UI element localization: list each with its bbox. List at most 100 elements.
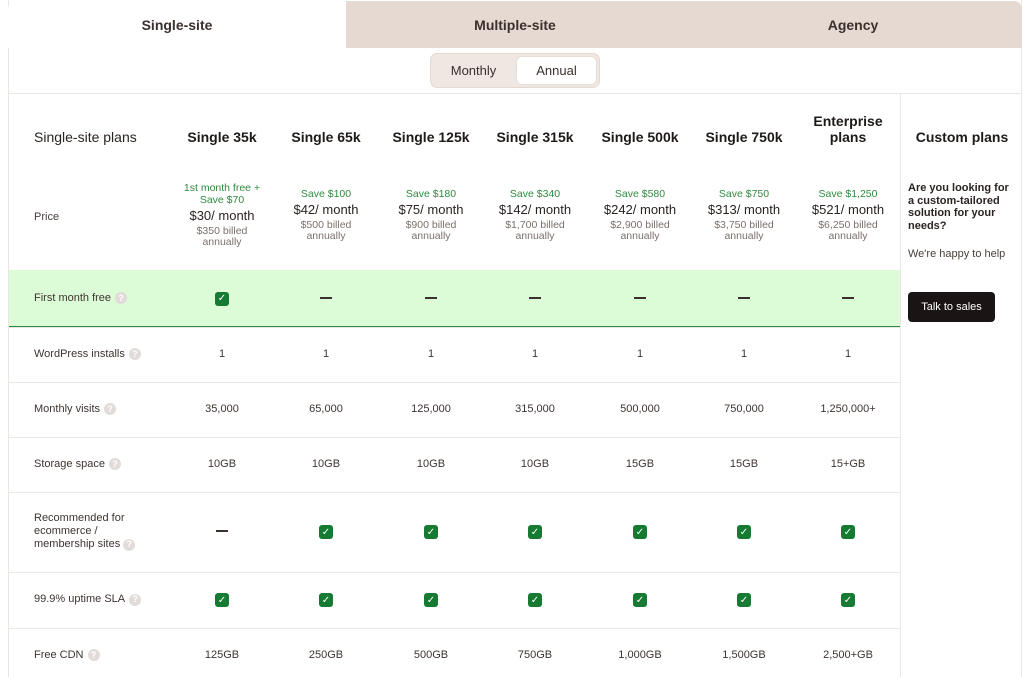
help-icon[interactable]: ? [128,348,141,360]
dash-cell [692,292,796,304]
value-cell: 10GB [207,457,237,470]
plan-price: $521/ month [811,202,885,217]
price-label: Price [34,211,60,223]
billed-annually: $2,900 billed annually [610,219,670,242]
value-cell: 125GB [204,648,240,661]
check-icon: ✓ [319,593,333,607]
value-cell: 1,250,000+ [820,402,876,415]
dash-icon [320,296,332,299]
row-label-text: 99.9% uptime SLA [34,593,126,605]
plan-type-tabs: Single-site Multiple-site Agency [8,1,1022,48]
dash-icon [738,296,750,299]
help-icon[interactable]: ? [108,458,121,470]
divider [9,572,900,573]
row-label: Monthly visits ? [34,403,117,416]
talk-to-sales-button[interactable]: Talk to sales [908,292,995,322]
plan-price-block: Save $100 $42/ month $500 billed annuall… [274,188,378,242]
dash-icon [634,296,646,299]
help-icon[interactable]: ? [104,403,117,415]
billed-annually: $500 billed annually [300,219,352,242]
check-cell: ✓ [796,525,900,539]
divider [9,93,1022,94]
custom-plans-question: Are you looking for a custom-tailored so… [908,182,1009,232]
check-icon: ✓ [737,525,751,539]
check-cell: ✓ [170,291,274,306]
promo-text: Save $340 [509,188,561,200]
dash-icon [425,296,437,299]
billed-annually: $350 billed annually [196,225,248,248]
value-cell: 250GB [308,648,344,661]
row-label: WordPress installs ? [34,348,141,361]
dash-cell [483,292,587,304]
plan-price: $142/ month [498,202,572,217]
plan-price: $30/ month [189,208,255,223]
plan-name: Single 500k [601,129,679,145]
annual-option[interactable]: Annual [517,57,596,84]
plans-heading: Single-site plans [34,129,137,145]
value-cell: 15GB [729,457,759,470]
value-cell: 1 [740,347,748,360]
check-icon: ✓ [841,593,855,607]
value-cell: 1,500GB [722,648,766,661]
value-cell: 750GB [517,648,553,661]
help-icon[interactable]: ? [123,538,136,551]
plan-name: Single 125k [392,129,470,145]
help-icon[interactable]: ? [129,593,142,606]
dash-icon [529,296,541,299]
value-cell: 1,000GB [618,648,662,661]
divider [9,327,900,328]
check-icon: ✓ [528,593,542,607]
check-cell: ✓ [588,593,692,607]
value-cell: 1 [636,347,644,360]
row-label-text: Storage space [34,457,105,470]
plan-price: $75/ month [398,202,464,217]
promo-text: Save $750 [718,188,770,200]
plan-name: Single 35k [187,129,257,145]
check-cell: ✓ [170,593,274,607]
promo-text: Save $180 [405,188,457,200]
plan-price-block: Save $580 $242/ month $2,900 billed annu… [588,188,692,242]
value-cell: 65,000 [309,402,343,415]
dash-cell [170,525,274,537]
check-cell: ✓ [379,525,483,539]
promo-text: Save $100 [300,188,352,200]
row-label-text: Recommended for ecommerce / membership s… [34,512,125,550]
tab-multiple-site[interactable]: Multiple-site [346,1,684,48]
plan-price-block: Save $340 $142/ month $1,700 billed annu… [483,188,587,242]
divider [900,93,901,677]
check-icon: ✓ [633,525,647,539]
check-cell: ✓ [796,593,900,607]
check-icon: ✓ [319,525,333,539]
help-icon[interactable]: ? [87,649,100,661]
pricing-frame [8,0,1022,677]
row-label-text: First month free [34,291,112,304]
value-cell: 10GB [416,457,446,470]
promo-text: 1st month free + Save $70 [183,182,261,206]
value-cell: 500GB [413,648,449,661]
value-cell: 10GB [311,457,341,470]
divider [9,382,900,383]
check-cell: ✓ [274,593,378,607]
plan-price-block: Save $750 $313/ month $3,750 billed annu… [692,188,796,242]
promo-text: Save $580 [614,188,666,200]
divider [9,437,900,438]
check-cell: ✓ [274,525,378,539]
divider [9,492,900,493]
row-label: Storage space ? [34,458,121,471]
check-cell: ✓ [483,525,587,539]
value-cell: 315,000 [515,402,555,415]
value-cell: 1 [531,347,539,360]
tab-agency[interactable]: Agency [684,1,1022,48]
plan-name: Enterprise plans [813,113,883,145]
plan-price: $313/ month [707,202,781,217]
monthly-option[interactable]: Monthly [434,57,513,84]
value-cell: 10GB [520,457,550,470]
plan-price: $242/ month [603,202,677,217]
tab-single-site[interactable]: Single-site [8,1,346,48]
check-icon: ✓ [424,593,438,607]
dash-cell [588,292,692,304]
plan-price: $42/ month [293,202,359,217]
help-icon[interactable]: ? [115,292,128,304]
check-cell: ✓ [379,593,483,607]
value-cell: 1 [844,347,852,360]
